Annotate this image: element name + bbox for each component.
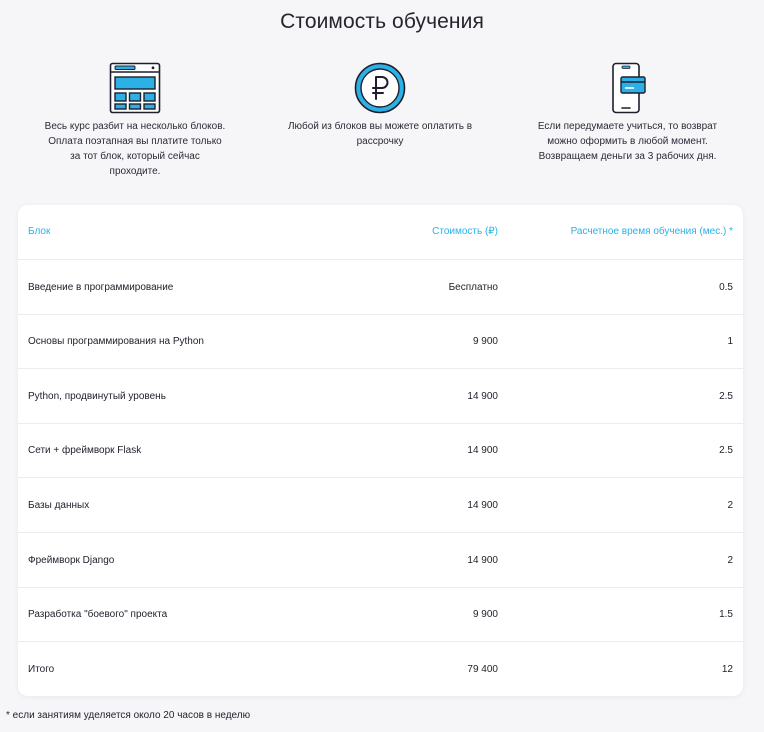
total-duration: 12 [721, 664, 733, 675]
page-title: Стоимость обучения [280, 10, 484, 33]
block-price: 9 900 [472, 609, 498, 620]
block-duration: 2 [727, 555, 733, 566]
total-label: Итого [28, 664, 55, 675]
table-header-row: Блок Стоимость (₽) Расчетное время обуче… [18, 205, 743, 260]
footnote: * если занятиям уделяется около 20 часов… [6, 710, 251, 721]
total-price: 79 400 [467, 664, 498, 675]
block-name: Базы данных [28, 500, 90, 511]
block-price: Бесплатно [448, 282, 498, 293]
block-price: 14 900 [467, 391, 498, 402]
block-price: 9 900 [472, 336, 498, 347]
block-duration: 1.5 [719, 609, 733, 620]
table-row: Основы программирования на Python 9 900 … [18, 314, 743, 369]
block-duration: 2 [727, 500, 733, 511]
phone-card-icon [611, 62, 646, 114]
block-name: Python, продвинутый уровень [28, 391, 166, 402]
feature-description: Весь курс разбит на несколько блоков. Оп… [44, 121, 226, 177]
table-row: Сети + фреймворк Flask 14 900 2.5 [18, 423, 743, 478]
table-row: Python, продвинутый уровень 14 900 2.5 [18, 369, 743, 424]
features-section: Весь курс разбит на несколько блоков. Оп… [0, 62, 764, 192]
feature-description: Если передумаете учиться, то возврат мож… [537, 121, 718, 162]
block-price: 14 900 [467, 500, 498, 511]
table-row: Фреймворк Django 14 900 2 [18, 533, 743, 588]
block-duration: 2.5 [719, 445, 733, 456]
column-header-duration: Расчетное время обучения (мес.) * [570, 226, 733, 237]
column-header-price: Стоимость (₽) [432, 226, 498, 237]
block-duration: 1 [727, 336, 733, 347]
table-row: Базы данных 14 900 2 [18, 478, 743, 533]
feature-description: Любой из блоков вы можете оплатить в рас… [287, 121, 473, 147]
block-name: Фреймворк Django [28, 555, 115, 566]
block-duration: 2.5 [719, 391, 733, 402]
table-total-row: Итого 79 400 12 [18, 642, 743, 697]
ruble-coin-icon [354, 62, 406, 114]
feature-blocks: Весь курс разбит на несколько блоков. Оп… [30, 62, 240, 179]
block-name: Сети + фреймворк Flask [28, 445, 142, 456]
table-row: Разработка "боевого" проекта 9 900 1.5 [18, 587, 743, 642]
block-name: Разработка "боевого" проекта [28, 609, 168, 620]
browser-blocks-icon [109, 62, 161, 114]
feature-refund: Если передумаете учиться, то возврат мож… [520, 62, 735, 164]
block-name: Введение в программирование [28, 282, 174, 293]
column-header-block: Блок [28, 226, 51, 237]
block-price: 14 900 [467, 555, 498, 566]
feature-installments: Любой из блоков вы можете оплатить в рас… [275, 62, 485, 149]
block-name: Основы программирования на Python [28, 336, 204, 347]
pricing-table: Блок Стоимость (₽) Расчетное время обуче… [18, 205, 743, 696]
block-duration: 0.5 [719, 282, 733, 293]
table-row: Введение в программирование Бесплатно 0.… [18, 260, 743, 315]
block-price: 14 900 [467, 445, 498, 456]
